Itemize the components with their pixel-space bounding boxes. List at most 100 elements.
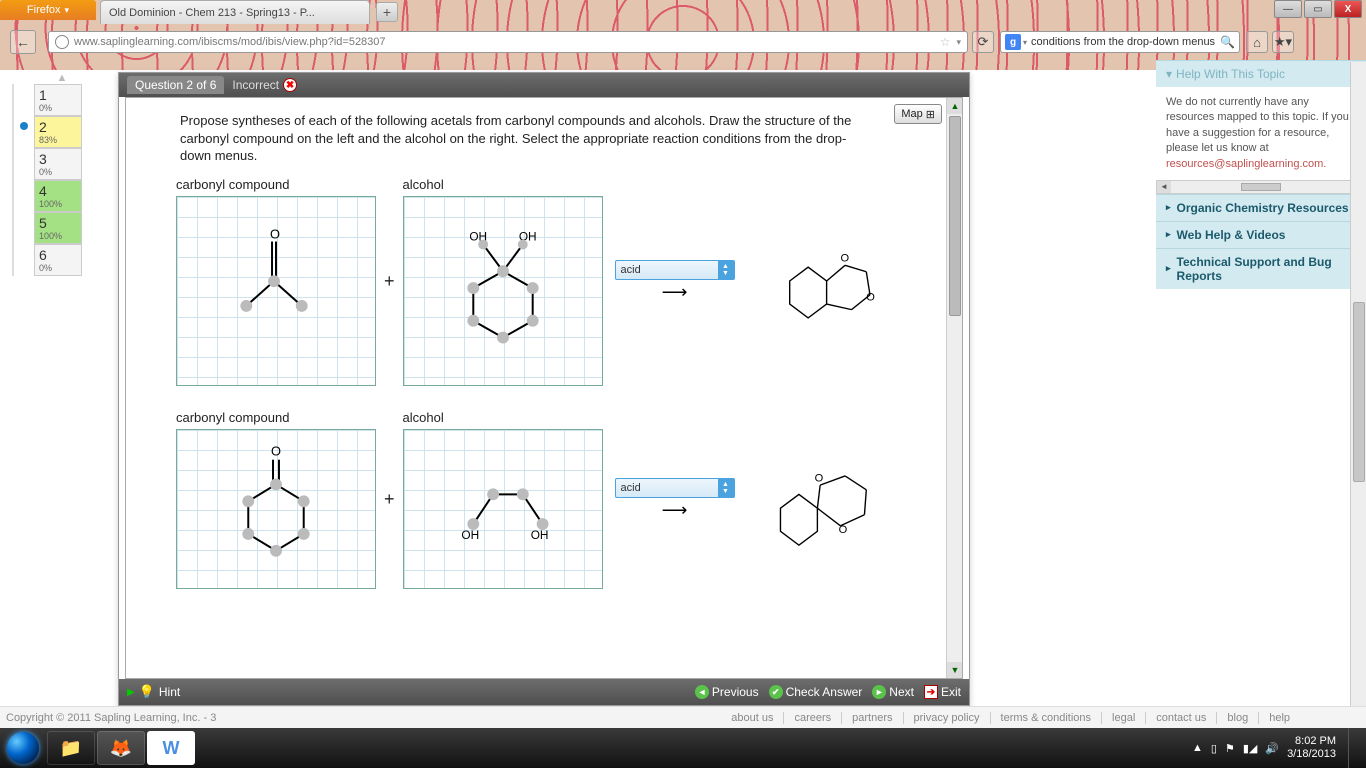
qnav-item-1[interactable]: 10% (14, 84, 112, 116)
qnav-item-2[interactable]: 283% (14, 116, 112, 148)
footer-link-legal[interactable]: legal (1101, 712, 1145, 724)
nav-up-icon[interactable]: ▲ (12, 72, 112, 84)
footer-links: about uscareerspartnersprivacy policyter… (721, 712, 1300, 724)
maximize-button[interactable]: ▭ (1304, 0, 1332, 18)
panel-footer: ▶ 💡 Hint ◄Previous ✔Check Answer ►Next ➔… (119, 679, 969, 705)
help-topic-text: We do not currently have any resources m… (1156, 87, 1366, 180)
reload-button[interactable]: ⟳ (972, 31, 994, 53)
footer-link-partners[interactable]: partners (841, 712, 902, 724)
search-engine-dropdown-icon[interactable]: ▾ (1023, 38, 1027, 47)
reaction-arrow-icon-2: ⟶ (662, 500, 688, 521)
word-taskbar-item[interactable]: W (147, 731, 195, 765)
footer-link-terms-&-conditions[interactable]: terms & conditions (990, 712, 1101, 724)
conditions-select-2[interactable]: acid ▲▼ (615, 478, 735, 498)
footer-link-careers[interactable]: careers (783, 712, 841, 724)
plus-sign: + (382, 271, 397, 292)
content-scrollbar[interactable]: ▲ ▼ (946, 98, 962, 678)
help-topic-header[interactable]: ▾Help With This Topic (1156, 60, 1366, 87)
bookmark-star-icon[interactable]: ☆ (940, 35, 951, 49)
scroll-up-icon[interactable]: ▲ (947, 98, 963, 114)
hscroll-thumb[interactable] (1171, 181, 1351, 193)
prev-icon: ◄ (695, 685, 709, 699)
alcohol-canvas-1[interactable]: OHOH (403, 196, 603, 386)
select-caret-icon: ▲▼ (718, 261, 734, 279)
browser-tab[interactable]: Old Dominion - Chem 213 - Spring13 - P..… (100, 0, 370, 24)
resource-link-2[interactable]: Technical Support and Bug Reports (1156, 248, 1366, 289)
footer-link-blog[interactable]: blog (1216, 712, 1258, 724)
clock[interactable]: 8:02 PM 3/18/2013 (1287, 735, 1336, 761)
firefox-menu-button[interactable]: Firefox (0, 0, 96, 20)
battery-icon[interactable]: ▯ (1211, 742, 1217, 755)
url-bar[interactable]: www.saplinglearning.com/ibiscms/mod/ibis… (48, 31, 968, 53)
carbonyl-canvas-1[interactable]: O (176, 196, 376, 386)
next-button[interactable]: ►Next (872, 685, 914, 699)
back-button[interactable]: ← (10, 30, 36, 54)
footer-link-privacy-policy[interactable]: privacy policy (903, 712, 990, 724)
help-text: We do not currently have any resources m… (1166, 96, 1349, 154)
bookmarks-button[interactable]: ★▾ (1272, 31, 1294, 53)
map-icon: ⊞ (926, 108, 935, 121)
qnav-item-6[interactable]: 60% (14, 244, 112, 276)
close-window-button[interactable]: X (1334, 0, 1362, 18)
qnav-item-3[interactable]: 30% (14, 148, 112, 180)
exit-button[interactable]: ➔Exit (924, 685, 961, 699)
page-scrollbar[interactable] (1350, 62, 1366, 728)
qnav-item-4[interactable]: 4100% (14, 180, 112, 212)
carbonyl-canvas-2[interactable]: O (176, 429, 376, 589)
scroll-thumb[interactable] (949, 116, 961, 316)
search-bar[interactable]: g ▾ conditions from the drop-down menus … (1000, 31, 1240, 53)
resource-link-1[interactable]: Web Help & Videos (1156, 221, 1366, 248)
hscroll-left-icon[interactable]: ◄ (1157, 181, 1171, 193)
prev-label: Previous (712, 685, 759, 699)
svg-text:O: O (840, 253, 849, 265)
select-caret-icon-2: ▲▼ (718, 479, 734, 497)
next-icon: ► (872, 685, 886, 699)
minimize-button[interactable]: — (1274, 0, 1302, 18)
reaction-row-2: carbonyl compound O + a (176, 410, 932, 589)
show-desktop-button[interactable] (1348, 728, 1358, 768)
copyright-text: Copyright © 2011 Sapling Learning, Inc. … (6, 712, 216, 724)
carbonyl-col-2: carbonyl compound O (176, 410, 376, 589)
conditions-select-1[interactable]: acid ▲▼ (615, 260, 735, 280)
bulb-icon: 💡 (139, 684, 155, 700)
url-text: www.saplinglearning.com/ibiscms/mod/ibis… (74, 36, 386, 48)
hint-button[interactable]: ▶ 💡 Hint (127, 684, 180, 700)
footer-link-contact-us[interactable]: contact us (1145, 712, 1216, 724)
windows-orb-icon (7, 732, 39, 764)
alcohol-col-1: alcohol OHOH (403, 177, 603, 386)
conditions-col-1: acid ▲▼ ⟶ (615, 260, 735, 303)
nav-row: ← www.saplinglearning.com/ibiscms/mod/ib… (0, 28, 1366, 56)
question-panel: Question 2 of 6 Incorrect ✖ Map ⊞ Propos… (118, 72, 970, 706)
resources-email-link[interactable]: resources@saplinglearning.com. (1166, 158, 1326, 170)
firefox-taskbar-item[interactable]: 🦊 (97, 731, 145, 765)
volume-icon[interactable]: 🔊 (1265, 742, 1279, 755)
search-icon[interactable]: 🔍 (1220, 35, 1235, 49)
exit-label: Exit (941, 685, 961, 699)
map-button[interactable]: Map ⊞ (894, 104, 942, 124)
check-label: Check Answer (786, 685, 863, 699)
home-button[interactable]: ⌂ (1246, 31, 1268, 53)
footer-link-about-us[interactable]: about us (721, 712, 783, 724)
previous-button[interactable]: ◄Previous (695, 685, 759, 699)
explorer-taskbar-item[interactable]: 📁 (47, 731, 95, 765)
svg-text:O: O (270, 226, 280, 241)
acetone-structure: O (177, 197, 375, 385)
reaction-row-1: carbonyl compound O + a (176, 177, 932, 386)
flag-icon[interactable]: ⚑ (1225, 742, 1235, 755)
tray-up-icon[interactable]: ▲ (1192, 742, 1203, 754)
footer-link-help[interactable]: help (1258, 712, 1300, 724)
page-scroll-thumb[interactable] (1353, 302, 1365, 482)
start-button[interactable] (0, 728, 46, 768)
resource-link-0[interactable]: Organic Chemistry Resources (1156, 194, 1366, 221)
clock-date: 3/18/2013 (1287, 748, 1336, 761)
sidebar-hscroll[interactable]: ◄ ► (1156, 180, 1366, 194)
wifi-icon[interactable]: ▮◢ (1243, 742, 1258, 755)
google-icon: g (1005, 34, 1021, 50)
select-value-2: acid (621, 482, 641, 494)
alcohol-canvas-2[interactable]: OHOH (403, 429, 603, 589)
new-tab-button[interactable]: + (376, 2, 398, 22)
scroll-down-icon[interactable]: ▼ (947, 662, 963, 678)
qnav-item-5[interactable]: 5100% (14, 212, 112, 244)
check-answer-button[interactable]: ✔Check Answer (769, 685, 863, 699)
url-dropdown-icon[interactable]: ▾ (956, 37, 961, 48)
